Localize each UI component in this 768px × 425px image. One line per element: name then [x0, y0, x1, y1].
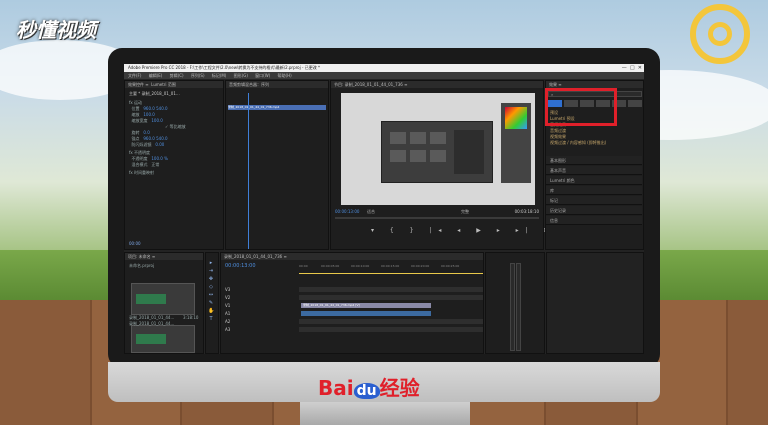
effect-row: 防闪烁滤镜 0.00 [131, 142, 165, 147]
slip-tool-icon[interactable]: ↔ [208, 292, 214, 298]
menu-help[interactable]: 帮助(H) [278, 73, 292, 78]
project-thumbnail[interactable] [131, 283, 195, 315]
panel-lumetri-color[interactable]: Lumetri 颜色 [546, 176, 642, 185]
effects-folder-video-transitions[interactable]: 视频过渡 / 内容感知 (即将推出) [550, 140, 606, 146]
effect-row: 缩放宽度 100.0 [131, 118, 163, 123]
menu-window[interactable]: 窗口(W) [255, 73, 270, 78]
panel-essential-graphics[interactable]: 基本图形 [546, 156, 642, 165]
menu-bar: 文件(F) 编辑(E) 剪辑(C) 序列(S) 标记(M) 图形(G) 窗口(W… [124, 72, 644, 79]
effect-timecode[interactable]: 00:00 [129, 241, 141, 246]
tab-audio-mixer[interactable]: 音频剪辑混合器：序列 [226, 81, 328, 88]
audio-clip[interactable] [301, 311, 431, 316]
fit-dropdown[interactable]: 适合 [367, 209, 375, 215]
timeline-ruler[interactable]: 00:00 00:00:05:00 00:00:10:00 00:00:15:0… [299, 264, 483, 272]
nested-color-panel [501, 103, 531, 183]
pen-tool-icon[interactable]: ✎ [208, 300, 214, 306]
razor-tool-icon[interactable]: ◇ [208, 284, 214, 290]
empty-panel [546, 252, 644, 354]
effect-row: fx 时间重映射 [129, 170, 155, 175]
audio-meter-left [510, 263, 515, 351]
menu-edit[interactable]: 编辑(E) [149, 73, 163, 78]
uniform-scale-checkbox[interactable]: ✓ 等比缩放 [165, 124, 186, 130]
menu-clip[interactable]: 剪辑(C) [170, 73, 184, 78]
effect-controls-timeline: 音频剪辑混合器：序列 录制_2018_01_01_44_01_736.mp4 [225, 80, 329, 250]
track-header-v1[interactable]: V1 [225, 303, 230, 308]
program-monitor-title[interactable]: 节目: 录制_2018_01_01_44_01_736 ≡ [331, 81, 543, 88]
menu-marker[interactable]: 标记(M) [212, 73, 227, 78]
ripple-edit-tool-icon[interactable]: ✥ [208, 276, 214, 282]
track-header-a2[interactable]: A2 [225, 319, 230, 324]
panel-history[interactable]: 历史记录 [546, 206, 642, 215]
project-thumbnail[interactable] [131, 325, 195, 353]
tab-effect-controls[interactable]: 效果控件 ≡ Lumetri 范围 [125, 81, 223, 88]
panel-info[interactable]: 信息 [546, 216, 642, 225]
baidu-jingyan-logo: Bai du 经验 [318, 376, 420, 400]
hand-tool-icon[interactable]: ✋ [208, 308, 214, 314]
timeline-panel: 录制_2018_01_01_44_01_736 ≡ 00:00:13:00 00… [220, 252, 484, 354]
program-monitor: 节目: 录制_2018_01_01_44_01_736 ≡ 00:00:13:0… [330, 80, 633, 250]
track-header-a3[interactable]: A3 [225, 327, 230, 332]
track-header-v2[interactable]: V2 [225, 295, 230, 300]
type-tool-icon[interactable]: T [208, 316, 214, 322]
work-area-bar[interactable] [299, 273, 483, 274]
panel-libraries[interactable]: 库 [546, 186, 642, 195]
timeline-timecode[interactable]: 00:00:13:00 [225, 263, 256, 269]
tab-project[interactable]: 项目: 未命名 ≡ [125, 253, 203, 260]
track-a3[interactable] [299, 327, 483, 332]
track-a2[interactable] [299, 319, 483, 324]
project-panel: 项目: 未命名 ≡ 未命名.prproj 录制_2018_01_01_44...… [124, 252, 204, 354]
effect-row: 混合模式 正常 [131, 162, 160, 167]
program-timecode[interactable]: 00:00:13:00 [335, 209, 359, 214]
track-v3[interactable] [299, 287, 483, 292]
tab-timeline[interactable]: 录制_2018_01_01_44_01_736 ≡ [221, 253, 483, 260]
panel-essential-sound[interactable]: 基本声音 [546, 166, 642, 175]
track-select-tool-icon[interactable]: ⇥ [208, 268, 214, 274]
program-video-frame [341, 93, 535, 205]
window-controls[interactable]: — □ ✕ [622, 64, 642, 72]
video-clip[interactable]: 录制_2018_01_01_44_01_736.mp4 [V] [301, 303, 431, 308]
monitor-stand [300, 402, 470, 425]
playhead[interactable] [248, 93, 249, 249]
nested-dialog [381, 121, 493, 183]
track-v2[interactable] [299, 295, 483, 300]
effects-panel-header[interactable]: 效果 ≡ [546, 81, 643, 88]
window-title: Adobe Premiere Pro CC 2018 - F:\工作\工程文件\… [124, 64, 644, 72]
program-duration: 00:03:18:10 [514, 209, 539, 214]
resolution-dropdown[interactable]: 完整 [461, 209, 469, 215]
track-header-a1[interactable]: A1 [225, 311, 230, 316]
program-scrub-bar[interactable] [335, 217, 539, 219]
audio-meter-right [516, 263, 521, 351]
project-item-duration: 3:18:10 [183, 315, 199, 320]
project-file-label: 未命名.prproj [129, 263, 155, 268]
audio-meters-panel [485, 252, 545, 354]
highlight-box [545, 88, 617, 126]
project-item-label: 录制_2018_01_01_44... [129, 321, 175, 326]
clip-label: 主要 * 录制_2018_01_01... [129, 91, 180, 96]
menu-graphics[interactable]: 图形(G) [234, 73, 248, 78]
panel-markers[interactable]: 标记 [546, 196, 642, 205]
track-header-v3[interactable]: V3 [225, 287, 230, 292]
selection-tool-icon[interactable]: ▸ [208, 260, 214, 266]
sun-center-icon [708, 22, 732, 46]
menu-file[interactable]: 文件(F) [128, 73, 141, 78]
effect-controls-panel: 效果控件 ≡ Lumetri 范围 主要 * 录制_2018_01_01... … [124, 80, 224, 250]
menu-sequence[interactable]: 序列(S) [191, 73, 205, 78]
effect-clip-bar[interactable]: 录制_2018_01_01_44_01_736.mp4 [228, 105, 326, 110]
watermark-logo: 秒懂视频 [16, 18, 96, 42]
